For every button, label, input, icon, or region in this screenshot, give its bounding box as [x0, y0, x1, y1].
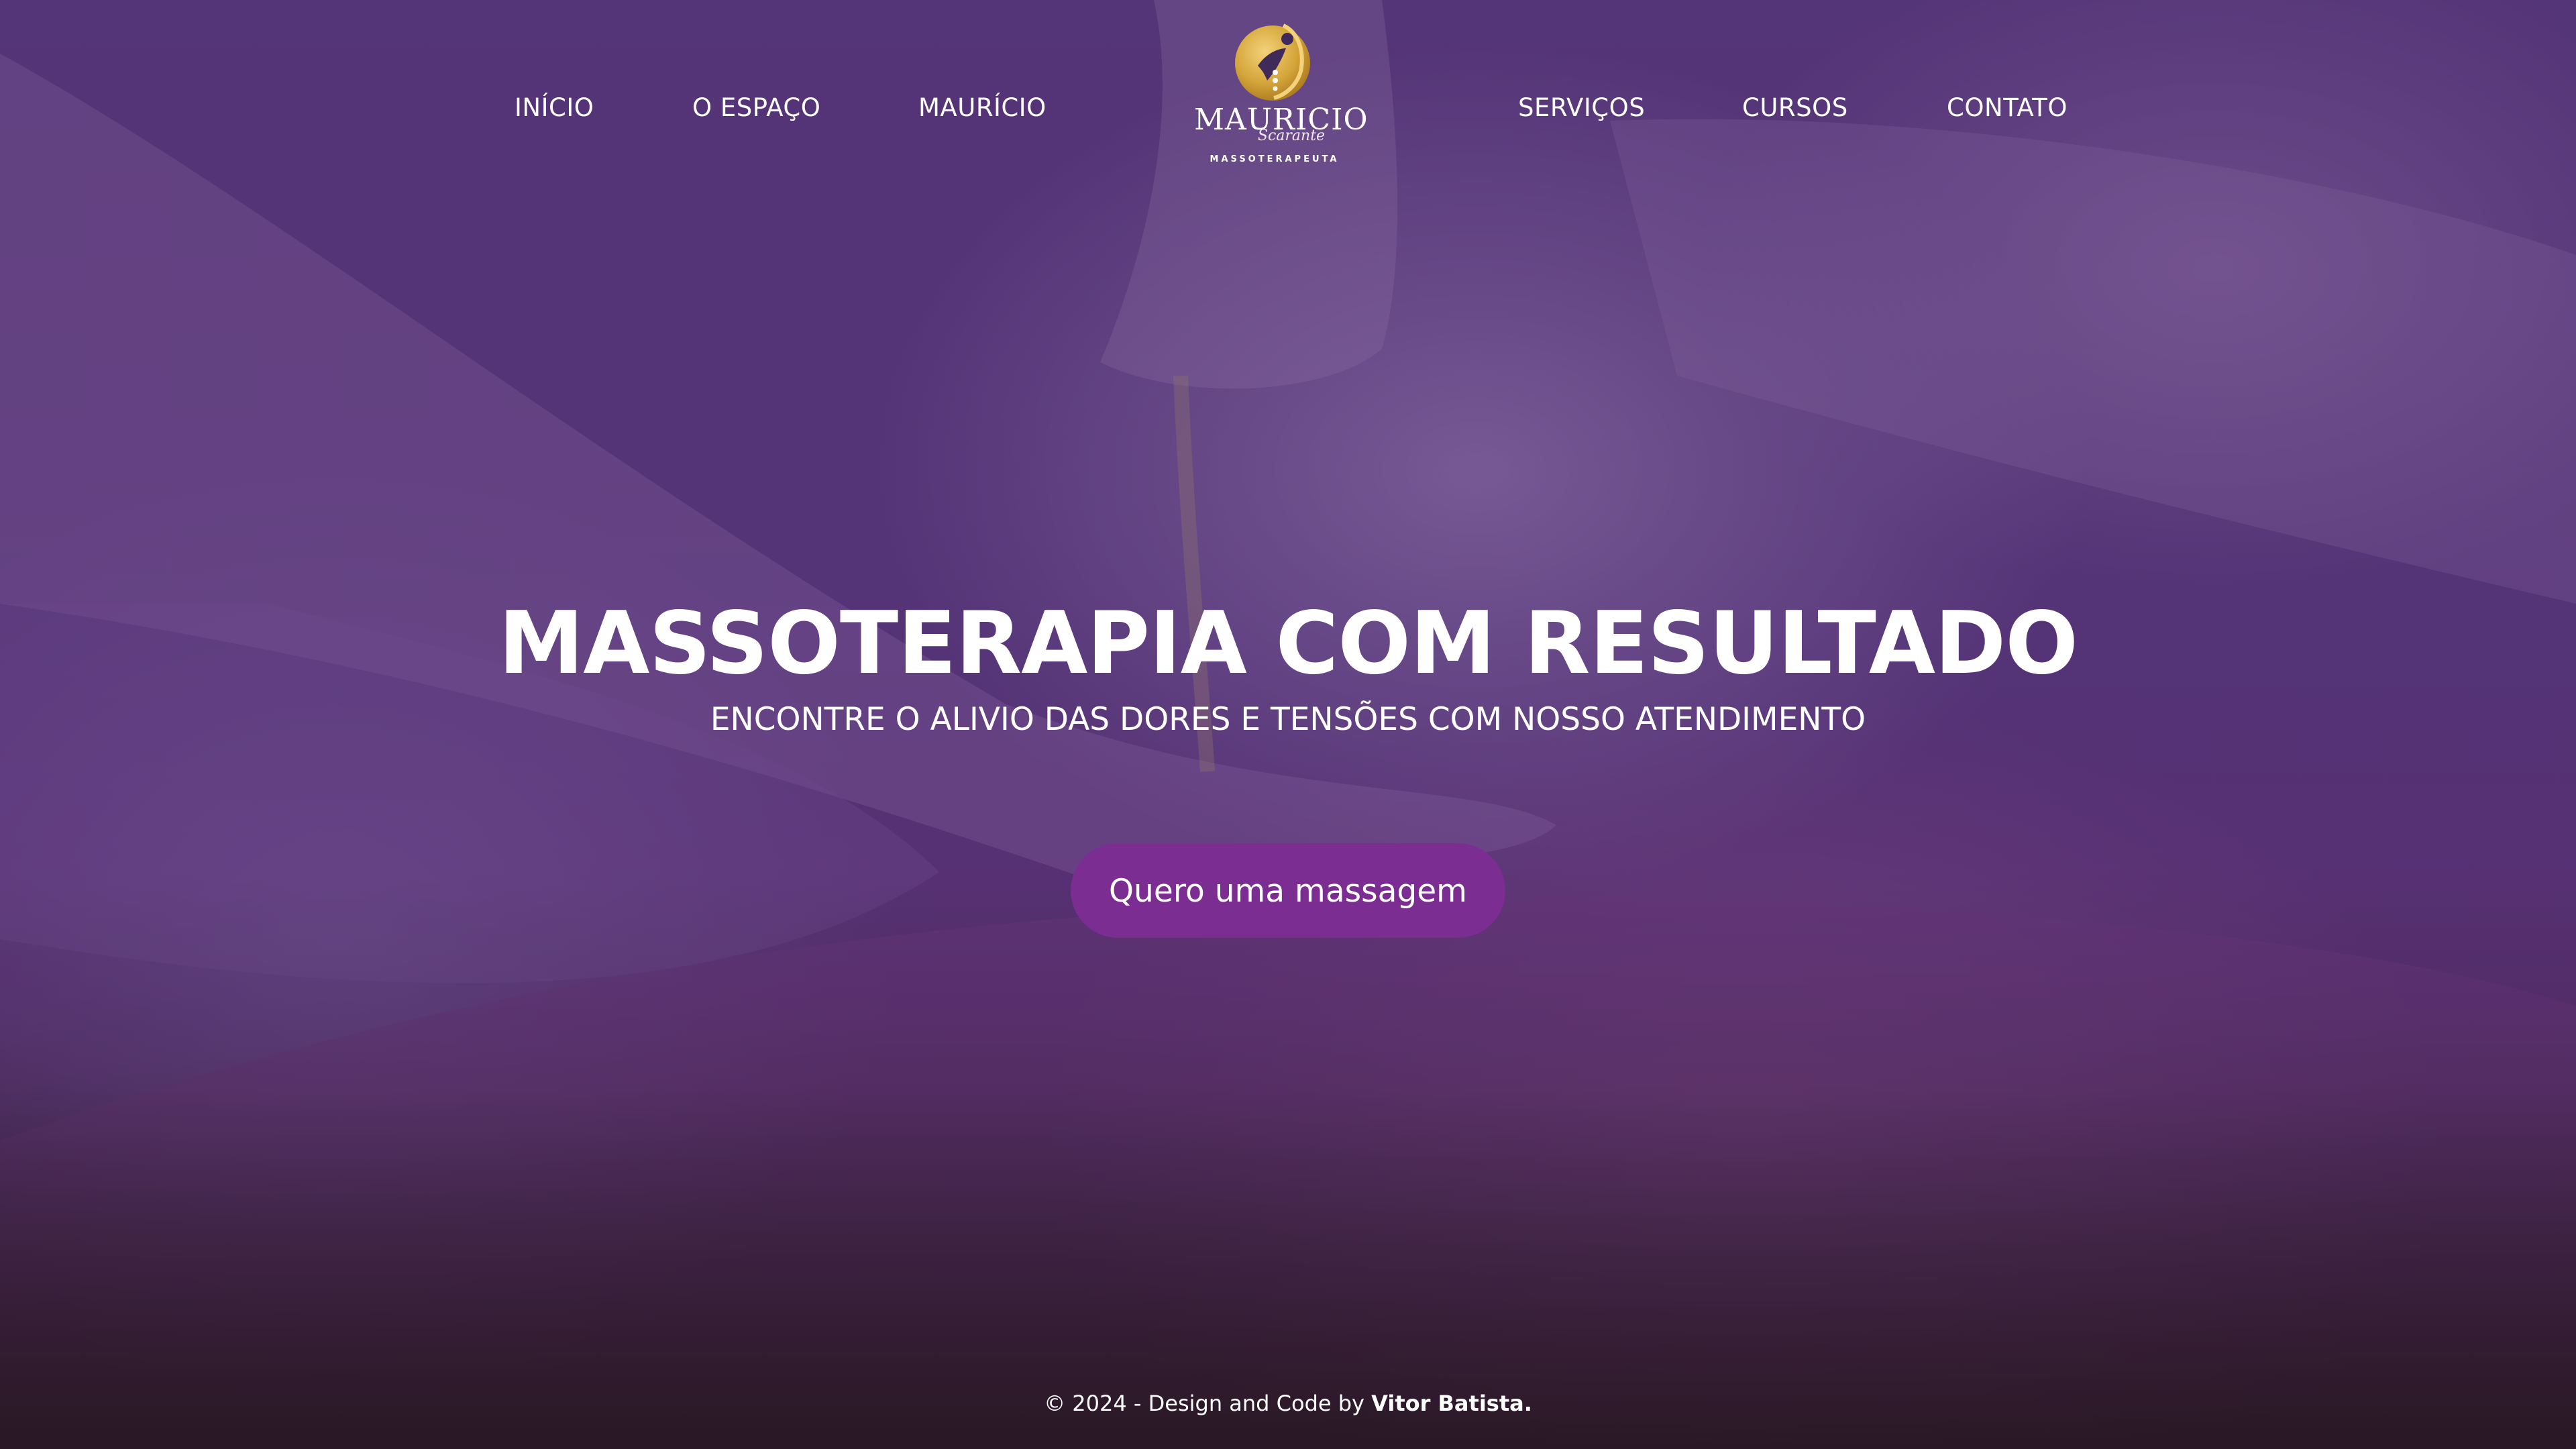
book-massage-button[interactable]: Quero uma massagem: [1071, 843, 1505, 938]
nav-link-servicos[interactable]: SERVIÇOS: [1518, 91, 1645, 125]
nav-link-contato[interactable]: CONTATO: [1947, 91, 2068, 125]
brand-logo[interactable]: MAURICIO Scarante MASSOTERAPEUTA: [1194, 19, 1368, 193]
nav-link-mauricio[interactable]: MAURÍCIO: [918, 91, 1046, 125]
footer-credits: © 2024 - Design and Code by Vitor Batist…: [0, 1389, 2576, 1418]
footer-copyright: © 2024 - Design and Code by: [1044, 1391, 1372, 1416]
footer-author-link[interactable]: Vitor Batista.: [1371, 1391, 1532, 1416]
gold-circle-figure-icon: [1235, 23, 1310, 101]
hero-title: MASSOTERAPIA COM RESULTADO: [498, 594, 2078, 694]
hero-subtitle: ENCONTRE O ALIVIO DAS DORES E TENSÕES CO…: [710, 701, 1866, 738]
nav-link-o-espaco[interactable]: O ESPAÇO: [692, 91, 820, 125]
nav-link-inicio[interactable]: INÍCIO: [515, 91, 594, 125]
hero-section: INÍCIO O ESPAÇO MAURÍCIO SERVIÇOS CURSOS…: [0, 0, 2576, 1449]
nav-link-cursos[interactable]: CURSOS: [1742, 91, 1848, 125]
logo-subtitle: MASSOTERAPEUTA: [1210, 154, 1340, 164]
